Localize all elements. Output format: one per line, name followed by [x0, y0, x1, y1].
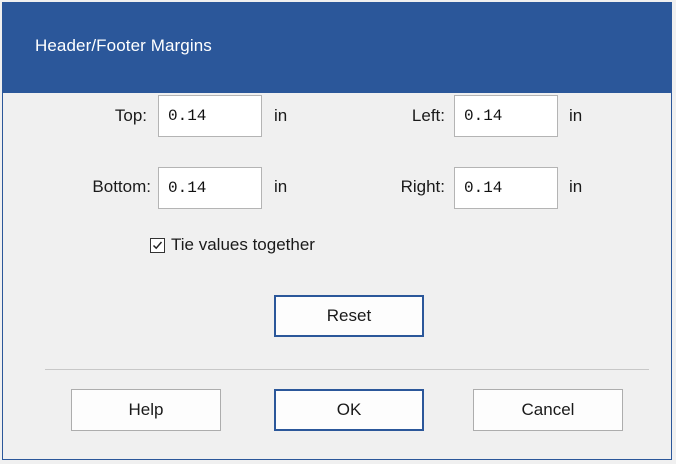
- bottom-margin-field[interactable]: [158, 167, 262, 209]
- tie-values-checkbox-row[interactable]: Tie values together: [150, 235, 315, 255]
- ok-button[interactable]: OK: [274, 389, 424, 431]
- top-unit-label: in: [274, 106, 288, 125]
- tie-values-label: Tie values together: [171, 235, 315, 254]
- title-bar[interactable]: Header/Footer Margins: [3, 3, 671, 93]
- bottom-label: Bottom:: [92, 177, 151, 196]
- help-button[interactable]: Help: [71, 389, 221, 431]
- dialog-title: Header/Footer Margins: [35, 36, 212, 55]
- top-margin-field[interactable]: [158, 95, 262, 137]
- left-unit-label: in: [569, 106, 583, 125]
- cancel-button[interactable]: Cancel: [473, 389, 623, 431]
- right-label: Right:: [400, 177, 445, 196]
- left-label: Left:: [411, 106, 445, 125]
- header-footer-margins-dialog: Header/Footer Margins Top: in Left: in B…: [2, 2, 672, 460]
- top-label: Top:: [114, 106, 147, 125]
- bottom-unit-label: in: [274, 177, 288, 196]
- reset-button[interactable]: Reset: [274, 295, 424, 337]
- check-icon: [152, 241, 163, 249]
- right-margin-field[interactable]: [454, 167, 558, 209]
- left-margin-field[interactable]: [454, 95, 558, 137]
- separator: [45, 369, 649, 370]
- right-unit-label: in: [569, 177, 583, 196]
- tie-values-checkbox[interactable]: [150, 237, 165, 253]
